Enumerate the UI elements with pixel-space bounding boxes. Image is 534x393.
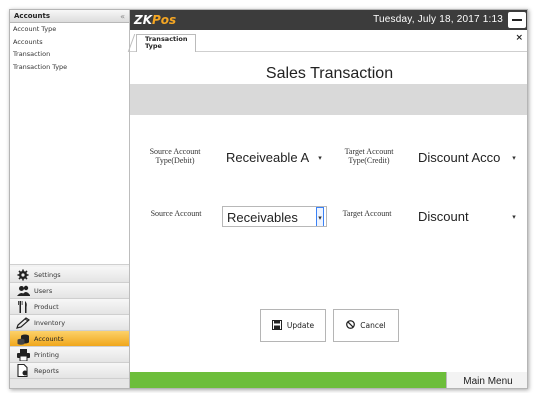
submenu-account-type[interactable]: Account Type [10,23,129,36]
target-account-select[interactable]: Discount ▾ [414,206,520,227]
submenu-transaction-type[interactable]: Transaction Type [10,61,129,74]
select-value: Receiveable A [226,150,310,165]
pencil-icon [16,316,30,329]
title-bar: ZKPos Tuesday, July 18, 2017 1:13 [130,10,527,30]
target-account-label: Target Account [342,209,392,218]
sidebar-item-accounts[interactable]: Accounts [10,331,129,347]
status-bar: Main Menu [130,372,527,388]
sidebar-item-label: Printing [34,350,60,359]
sidebar-item-label: Settings [34,270,61,279]
sidebar-item-label: Users [34,286,53,295]
cancel-label: Cancel [360,321,386,330]
report-icon [16,364,30,377]
source-account-type-label: Source Account Type(Debit) [149,147,201,165]
sidebar-item-printing[interactable]: Printing [10,347,129,363]
sidebar-item-users[interactable]: Users [10,283,129,299]
users-icon [16,285,30,297]
sidebar-submenu: Account Type Accounts Transaction Transa… [10,23,129,265]
select-value: Discount [418,209,469,224]
app-window: Accounts « Account Type Accounts Transac… [9,9,528,389]
sidebar-footer [10,378,129,388]
fork-knife-icon [16,300,30,313]
datetime-display: Tuesday, July 18, 2017 1:13 [373,14,503,25]
save-icon [271,319,282,332]
update-button[interactable]: Update [260,309,326,342]
tab-transaction-type[interactable]: Transaction Type [136,34,196,52]
minimize-icon [512,19,522,21]
page-title: Sales Transaction [265,65,394,82]
printer-icon [16,348,30,361]
dropdown-arrow-icon: ▾ [510,206,518,227]
dropdown-arrow-icon: ▾ [316,207,324,226]
target-account-type-select[interactable]: Discount Acco ▾ [414,147,520,168]
sidebar-item-product[interactable]: Product [10,299,129,315]
main-menu-button[interactable]: Main Menu [446,372,527,388]
sidebar-item-settings[interactable]: Settings [10,267,129,283]
sidebar-item-label: Product [34,302,59,311]
logo-pos: Pos [152,13,177,27]
update-label: Update [286,321,315,330]
select-value: Receivables [227,210,298,225]
sidebar-item-label: Reports [34,366,59,375]
sidebar-item-label: Inventory [34,318,66,327]
sidebar: Accounts « Account Type Accounts Transac… [10,10,130,388]
gear-icon [16,269,30,281]
minimize-button[interactable] [508,12,526,28]
tab-strip: Transaction Type × [127,30,527,52]
target-account-type-label: Target Account Type(Credit) [344,147,394,165]
close-icon[interactable]: × [515,33,523,43]
sidebar-nav: Settings Users Product Inventory Account… [10,267,129,379]
source-account-label: Source Account [150,209,202,218]
submenu-transaction[interactable]: Transaction [10,48,129,61]
source-account-type-select[interactable]: Receiveable A ▾ [222,147,326,168]
source-account-select[interactable]: Receivables ▾ [222,206,327,227]
header-band [130,84,527,115]
select-value: Discount Acco [418,150,501,165]
app-logo: ZKPos [134,13,176,27]
logo-zk: ZK [134,13,152,27]
sidebar-header: Accounts « [10,10,129,23]
submenu-accounts[interactable]: Accounts [10,36,129,49]
sidebar-title: Accounts [14,12,51,20]
dropdown-arrow-icon: ▾ [510,147,518,168]
sidebar-item-reports[interactable]: Reports [10,363,129,379]
sidebar-item-label: Accounts [34,334,64,343]
cancel-button[interactable]: Cancel [333,309,399,342]
chevron-double-left-icon[interactable]: « [120,12,125,21]
coins-icon [16,333,30,345]
cancel-icon [346,320,356,331]
dropdown-arrow-icon: ▾ [316,147,324,168]
sidebar-item-inventory[interactable]: Inventory [10,315,129,331]
